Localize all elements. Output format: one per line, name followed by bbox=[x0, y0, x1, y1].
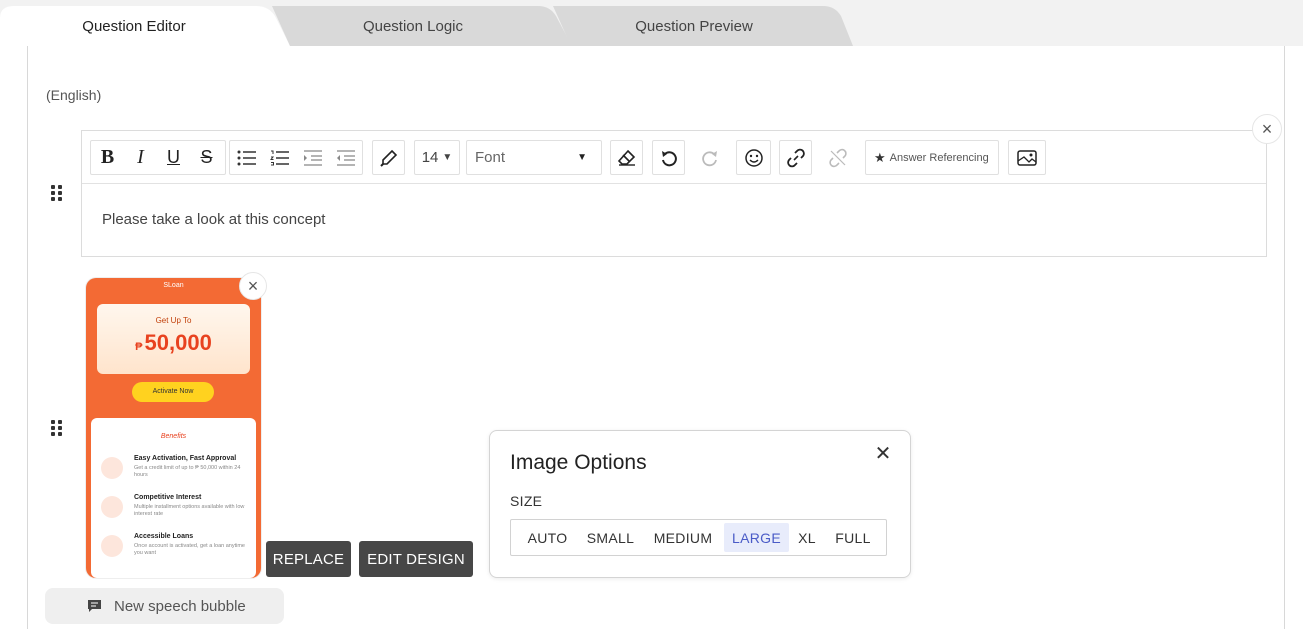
image-options-popup: Image Options ✕ SIZE AUTO SMALL MEDIUM L… bbox=[489, 430, 911, 578]
uploaded-image[interactable]: SLoan Get Up To ₱50,000 Activate Now Ben… bbox=[86, 278, 261, 578]
size-option-auto[interactable]: AUTO bbox=[516, 523, 579, 552]
benefit-title: Easy Activation, Fast Approval bbox=[134, 455, 237, 462]
edit-design-button[interactable]: EDIT DESIGN bbox=[359, 541, 473, 577]
clear-format-group bbox=[610, 140, 643, 175]
answer-referencing-button[interactable]: ★ Answer Referencing bbox=[865, 140, 999, 175]
outdent-icon[interactable] bbox=[329, 141, 362, 174]
undo-icon[interactable] bbox=[653, 141, 684, 174]
benefit-title: Competitive Interest bbox=[134, 494, 202, 501]
tab-label: Question Logic bbox=[362, 17, 464, 35]
italic-button[interactable]: I bbox=[124, 141, 157, 174]
font-family-value: Font bbox=[475, 149, 506, 166]
list-group bbox=[229, 140, 363, 175]
emoji-icon[interactable] bbox=[737, 141, 770, 174]
speech-bubble-label: New speech bubble bbox=[114, 597, 246, 615]
redo-icon[interactable] bbox=[693, 141, 726, 174]
link-icon[interactable] bbox=[780, 141, 811, 174]
popup-title: Image Options bbox=[510, 451, 647, 474]
benefit-desc: Multiple installment options available w… bbox=[134, 504, 245, 517]
benefit-icon bbox=[101, 457, 123, 479]
editor-toolbar: B I U S 14 ▼ Font ▼ ★ Answer Referencing bbox=[82, 131, 1266, 184]
size-option-small[interactable]: SMALL bbox=[579, 523, 642, 552]
font-size-select[interactable]: 14 ▼ bbox=[414, 140, 460, 175]
undo-group bbox=[652, 140, 685, 175]
speech-bubble-icon bbox=[87, 599, 102, 613]
emoji-group bbox=[736, 140, 771, 175]
tab-label: Question Preview bbox=[635, 17, 753, 35]
strikethrough-button[interactable]: S bbox=[190, 141, 223, 174]
tab-bar: Question Editor Question Logic Question … bbox=[0, 0, 1303, 46]
benefit-item: Competitive Interest Multiple installmen… bbox=[101, 494, 251, 528]
currency-symbol: ₱ bbox=[135, 341, 143, 353]
format-group: B I U S bbox=[90, 140, 226, 175]
language-label: (English) bbox=[46, 87, 102, 103]
amount-value: 50,000 bbox=[144, 330, 212, 355]
benefits-heading: Benefits bbox=[160, 433, 187, 440]
size-option-full[interactable]: FULL bbox=[825, 523, 881, 552]
indent-icon[interactable] bbox=[296, 141, 329, 174]
benefit-item: Accessible Loans Once account is activat… bbox=[101, 533, 251, 567]
benefit-icon bbox=[101, 535, 123, 557]
underline-button[interactable]: U bbox=[157, 141, 190, 174]
image-icon[interactable] bbox=[1009, 141, 1045, 174]
benefit-item: Easy Activation, Fast Approval Get a cre… bbox=[101, 455, 251, 489]
font-family-select[interactable]: Font ▼ bbox=[466, 140, 602, 175]
close-icon[interactable]: ✕ bbox=[874, 444, 892, 464]
bold-button[interactable]: B bbox=[91, 141, 124, 174]
text-color-icon[interactable] bbox=[373, 141, 404, 174]
eraser-icon[interactable] bbox=[611, 141, 642, 174]
remove-block-close-icon[interactable]: × bbox=[1252, 114, 1282, 144]
link-group bbox=[779, 140, 812, 175]
size-selector: AUTO SMALL MEDIUM LARGE XL FULL bbox=[510, 519, 887, 556]
remove-image-close-icon[interactable]: × bbox=[239, 272, 267, 300]
tab-question-editor[interactable]: Question Editor bbox=[0, 6, 290, 46]
image-cta: Activate Now bbox=[132, 382, 214, 402]
answer-referencing-label: Answer Referencing bbox=[889, 151, 989, 164]
star-icon: ★ bbox=[874, 149, 886, 165]
image-hero-caption: Get Up To bbox=[155, 316, 192, 325]
size-option-medium[interactable]: MEDIUM bbox=[642, 523, 724, 552]
image-group bbox=[1008, 140, 1046, 175]
benefit-desc: Get a credit limit of up to ₱ 50,000 wit… bbox=[134, 465, 241, 478]
text-color-group bbox=[372, 140, 405, 175]
bullet-list-icon[interactable] bbox=[230, 141, 263, 174]
benefit-icon bbox=[101, 496, 123, 518]
editor-text[interactable]: Please take a look at this concept bbox=[102, 211, 325, 228]
size-option-xl[interactable]: XL bbox=[789, 523, 825, 552]
unlink-icon[interactable] bbox=[821, 141, 854, 174]
image-hero: Get Up To ₱50,000 bbox=[97, 304, 250, 374]
new-speech-bubble-button[interactable]: New speech bubble bbox=[45, 588, 284, 624]
drag-handle-icon[interactable] bbox=[51, 185, 63, 203]
benefit-desc: Once account is activated, get a loan an… bbox=[134, 543, 245, 556]
replace-button[interactable]: REPLACE bbox=[266, 541, 351, 577]
caret-down-icon: ▼ bbox=[442, 152, 453, 163]
benefit-title: Accessible Loans bbox=[134, 533, 194, 540]
image-header: SLoan bbox=[163, 282, 184, 289]
tab-question-logic[interactable]: Question Logic bbox=[272, 6, 572, 46]
size-option-large[interactable]: LARGE bbox=[724, 523, 789, 552]
image-benefits-card: Benefits Easy Activation, Fast Approval … bbox=[91, 418, 256, 578]
size-label: SIZE bbox=[510, 493, 543, 509]
tab-label: Question Editor bbox=[82, 17, 186, 35]
caret-down-icon: ▼ bbox=[577, 152, 587, 163]
drag-handle-icon[interactable] bbox=[51, 420, 63, 438]
numbered-list-icon[interactable] bbox=[263, 141, 296, 174]
rich-text-editor: B I U S 14 ▼ Font ▼ ★ Answer Referencing… bbox=[81, 130, 1267, 257]
tab-question-preview[interactable]: Question Preview bbox=[553, 6, 853, 46]
font-size-value: 14 bbox=[421, 149, 439, 166]
image-hero-amount: ₱50,000 bbox=[97, 330, 250, 356]
